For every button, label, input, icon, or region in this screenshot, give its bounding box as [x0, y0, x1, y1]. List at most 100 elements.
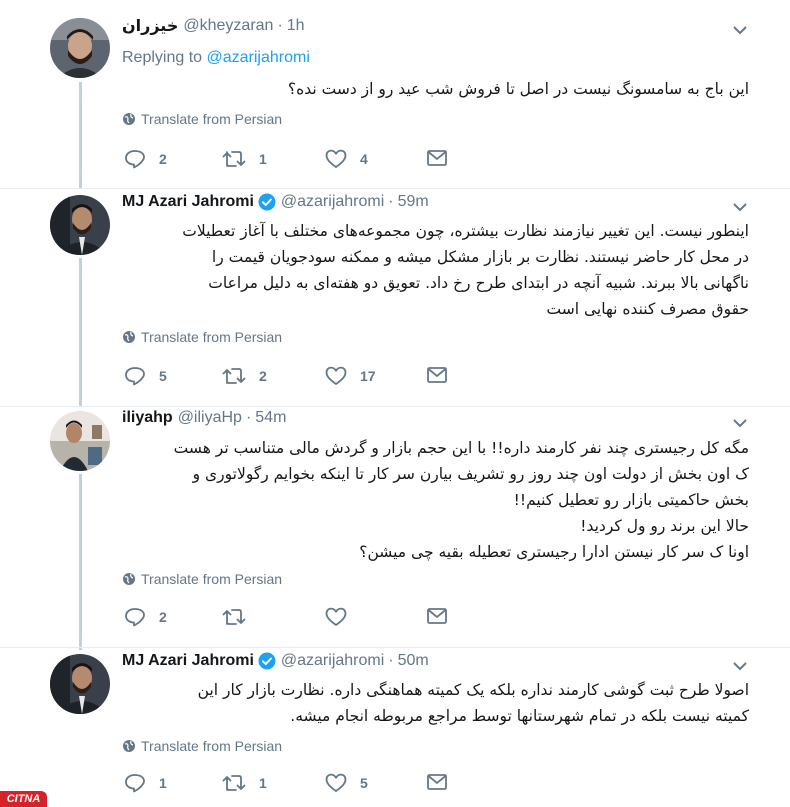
- tweet-text-line: حقوق مصرف کننده نهایی است: [546, 300, 749, 318]
- translate-label: Translate from Persian: [141, 738, 283, 754]
- retweet-icon: [222, 775, 246, 791]
- display-name[interactable]: MJ Azari Jahromi: [122, 193, 254, 211]
- reply-button[interactable]: 2: [124, 607, 167, 627]
- tweet-text-line: ک اون بخش از دولت اون چند روز رو تشریف ب…: [192, 465, 749, 483]
- direct-message-button[interactable]: [426, 607, 461, 625]
- like-count: 17: [360, 368, 376, 384]
- display-name[interactable]: iliyahp: [122, 409, 173, 427]
- timestamp[interactable]: 59m: [398, 193, 429, 211]
- retweet-icon: [222, 368, 246, 384]
- like-button[interactable]: [325, 607, 360, 627]
- direct-message-button[interactable]: [426, 149, 461, 167]
- tweet-text-line: بخش حاکمیتی بازار رو تعطیل کنیم!!: [513, 491, 749, 509]
- user-handle[interactable]: @azarijahromi: [281, 652, 384, 670]
- direct-message-button[interactable]: [426, 773, 461, 791]
- retweet-count: 2: [259, 368, 267, 384]
- translate-link[interactable]: Translate from Persian: [122, 329, 282, 345]
- tweet-text: مگه کل رجیستری چند نفر کارمند داره!! با …: [122, 435, 749, 565]
- reply-icon: [125, 774, 145, 793]
- verified-badge-icon: [258, 652, 276, 670]
- display-name[interactable]: خیزران: [122, 16, 178, 35]
- separator-dot: ·: [277, 16, 283, 34]
- avatar[interactable]: [50, 654, 110, 714]
- globe-icon: [123, 331, 135, 343]
- separator-dot: ·: [388, 193, 394, 210]
- envelope-icon: [427, 150, 447, 166]
- chevron-down-icon[interactable]: [732, 199, 748, 215]
- avatar[interactable]: [50, 195, 110, 255]
- translate-label: Translate from Persian: [141, 571, 283, 587]
- reply-button[interactable]: 2: [124, 149, 167, 169]
- tweet-actions: 2: [124, 607, 464, 627]
- tweet-text: اصولا طرح ثبت گوشی کارمند نداره بلکه یک …: [122, 677, 749, 729]
- like-button[interactable]: 4: [325, 149, 368, 169]
- reply-icon: [125, 367, 145, 386]
- tweet-text-line: حالا این برند رو ول کردید!: [580, 517, 749, 535]
- retweet-button[interactable]: 1: [222, 773, 267, 793]
- retweet-button[interactable]: 1: [222, 149, 267, 169]
- avatar[interactable]: [50, 411, 110, 471]
- heart-icon: [325, 149, 347, 168]
- tweet-text-line: اونا ک سر کار نیستن ادارا رجیستری تعطیله…: [359, 543, 749, 561]
- envelope-icon: [427, 774, 447, 790]
- tweet-item[interactable]: MJ Azari Jahromi @azarijahromi · 59m این…: [0, 189, 790, 406]
- tweet-item[interactable]: MJ Azari Jahromi @azarijahromi · 50m اصو…: [0, 648, 790, 807]
- translate-link[interactable]: Translate from Persian: [122, 111, 282, 127]
- verified-badge-icon: [258, 193, 276, 211]
- reply-count: 2: [159, 609, 167, 625]
- chevron-down-icon[interactable]: [732, 658, 748, 674]
- envelope-icon: [427, 367, 447, 383]
- tweet-text-line: ناگهانی بالا ببرند. شبیه آنچه در ابتدای …: [208, 274, 749, 292]
- translate-link[interactable]: Translate from Persian: [122, 571, 282, 587]
- like-count: 5: [360, 775, 368, 791]
- heart-icon: [325, 607, 347, 626]
- reply-icon: [125, 150, 145, 169]
- tweet-text: این باج به سامسونگ نیست در اصل تا فروش ش…: [287, 80, 749, 98]
- heart-icon: [325, 366, 347, 385]
- reply-button[interactable]: 1: [124, 773, 167, 793]
- reply-count: 2: [159, 151, 167, 167]
- translate-label: Translate from Persian: [141, 329, 283, 345]
- tweet-actions: 2 1 4: [124, 149, 464, 169]
- reply-button[interactable]: 5: [124, 366, 167, 386]
- tweet-text-line: مگه کل رجیستری چند نفر کارمند داره!! با …: [173, 439, 749, 457]
- heart-icon: [325, 773, 347, 792]
- tweet-actions: 5 2 17: [124, 366, 464, 386]
- retweet-button[interactable]: [222, 607, 259, 627]
- retweet-count: 1: [259, 151, 267, 167]
- retweet-icon: [222, 609, 246, 625]
- tweet-item[interactable]: خیزران @kheyzaran · 1h Replying to @azar…: [0, 0, 790, 189]
- tweet-item[interactable]: iliyahp @iliyaHp · 54m مگه کل رجیستری چن…: [0, 407, 790, 647]
- direct-message-button[interactable]: [426, 366, 461, 384]
- retweet-icon: [222, 151, 246, 167]
- user-handle[interactable]: @kheyzaran: [183, 17, 273, 35]
- translate-label: Translate from Persian: [141, 111, 283, 127]
- retweet-count: 1: [259, 775, 267, 791]
- retweet-button[interactable]: 2: [222, 366, 267, 386]
- reply-count: 1: [159, 775, 167, 791]
- replying-to: Replying to @azarijahromi: [122, 49, 310, 67]
- timestamp[interactable]: 50m: [398, 652, 429, 670]
- mention-link[interactable]: @azarijahromi: [207, 49, 310, 66]
- user-handle[interactable]: @azarijahromi: [281, 193, 384, 211]
- watermark-logo: CITNA: [0, 791, 47, 807]
- chevron-down-icon[interactable]: [732, 22, 748, 38]
- user-handle[interactable]: @iliyaHp: [178, 409, 242, 427]
- display-name[interactable]: MJ Azari Jahromi: [122, 652, 254, 670]
- translate-link[interactable]: Translate from Persian: [122, 738, 282, 754]
- tweet-text-line: در محل کار حاضر نیستند. نظارت بر بازار م…: [211, 248, 749, 266]
- like-count: 4: [360, 151, 368, 167]
- avatar[interactable]: [50, 18, 110, 78]
- like-button[interactable]: 5: [325, 773, 368, 793]
- reply-icon: [125, 608, 145, 627]
- envelope-icon: [427, 608, 447, 624]
- tweet-actions: 1 1 5: [124, 773, 464, 793]
- chevron-down-icon[interactable]: [732, 415, 748, 431]
- timestamp[interactable]: 1h: [287, 17, 305, 35]
- globe-icon: [123, 113, 135, 125]
- tweet-text: اینطور نیست. این تغییر نیازمند نظارت بیش…: [122, 218, 749, 322]
- timestamp[interactable]: 54m: [255, 409, 286, 427]
- tweet-text-line: کمیته نیست بلکه در تمام شهرستانها توسط م…: [290, 707, 749, 725]
- tweet-text-line: اینطور نیست. این تغییر نیازمند نظارت بیش…: [182, 222, 749, 240]
- like-button[interactable]: 17: [325, 366, 376, 386]
